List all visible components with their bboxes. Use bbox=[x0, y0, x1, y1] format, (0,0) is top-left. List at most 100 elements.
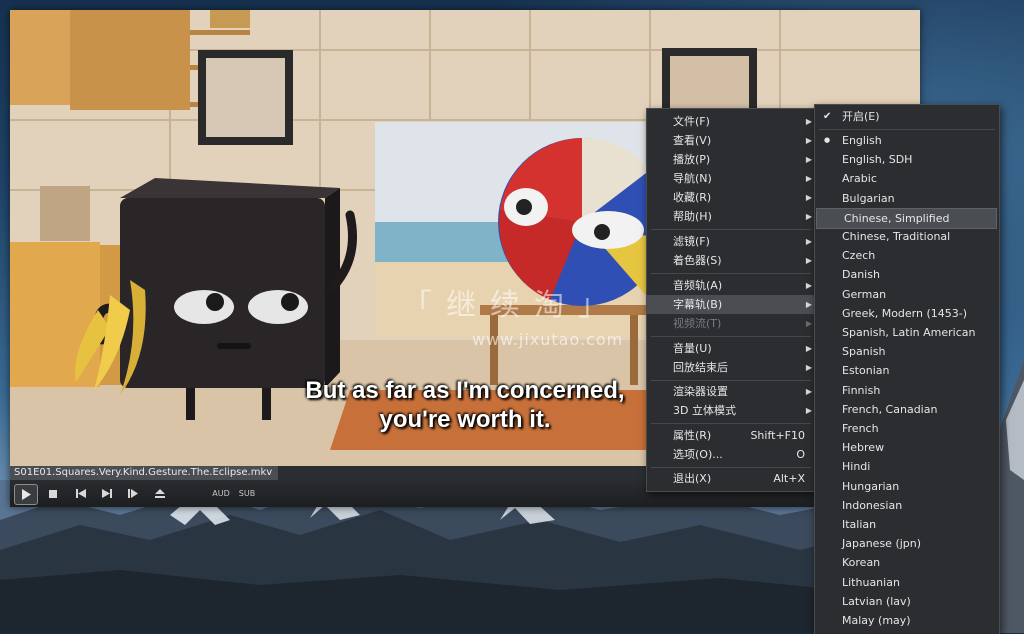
subtitle-language-label: Chinese, Simplified bbox=[844, 211, 950, 225]
subtitle-language-label: Spanish bbox=[842, 345, 886, 359]
subtitle-language-item[interactable]: Hebrew bbox=[815, 438, 999, 457]
subtitle-language-label: Danish bbox=[842, 268, 880, 282]
subtitle-enable-label: 开启(E) bbox=[842, 110, 880, 123]
chevron-right-icon: ▶ bbox=[805, 344, 812, 353]
menu-item-label: 文件(F) bbox=[673, 115, 710, 128]
menu-separator bbox=[651, 229, 811, 230]
audio-track-button[interactable]: AUD bbox=[212, 484, 230, 503]
subtitle-language-item[interactable]: Arabic bbox=[815, 169, 999, 188]
menu-separator bbox=[819, 129, 995, 130]
subtitle-language-item[interactable]: Hungarian bbox=[815, 477, 999, 496]
subtitle-language-item[interactable]: German bbox=[815, 285, 999, 304]
menu-item-renderer-settings[interactable]: 渲染器设置 ▶ bbox=[647, 382, 815, 401]
subtitle-language-item[interactable]: French, Canadian bbox=[815, 400, 999, 419]
menu-item-filters[interactable]: 滤镜(F) ▶ bbox=[647, 232, 815, 251]
subtitle-enable-toggle[interactable]: ✔ 开启(E) bbox=[815, 107, 999, 126]
chevron-right-icon: ▶ bbox=[805, 212, 812, 221]
subtitle-language-label: Spanish, Latin American bbox=[842, 326, 976, 339]
subtitle-language-item[interactable]: Czech bbox=[815, 246, 999, 265]
menu-item-3d-mode[interactable]: 3D 立体模式 ▶ bbox=[647, 401, 815, 420]
subtitle-language-item[interactable]: Italian bbox=[815, 515, 999, 534]
chevron-right-icon: ▶ bbox=[805, 237, 812, 246]
eject-button[interactable] bbox=[153, 484, 167, 503]
menu-item-favorites[interactable]: 收藏(R) ▶ bbox=[647, 188, 815, 207]
play-icon bbox=[22, 489, 31, 500]
subtitle-language-item[interactable]: Chinese, Traditional bbox=[815, 227, 999, 246]
menu-item-volume[interactable]: 音量(U) ▶ bbox=[647, 339, 815, 358]
skip-previous-icon bbox=[76, 489, 86, 498]
menu-item-label: 查看(V) bbox=[673, 134, 712, 147]
chevron-right-icon: ▶ bbox=[805, 117, 812, 126]
chevron-right-icon: ▶ bbox=[805, 256, 812, 265]
subtitle-track-button[interactable]: SUB bbox=[238, 484, 256, 503]
file-name: S01E01.Squares.Very.Kind.Gesture.The.Ecl… bbox=[14, 467, 273, 478]
menu-item-play[interactable]: 播放(P) ▶ bbox=[647, 150, 815, 169]
subtitle-language-item[interactable]: English, SDH bbox=[815, 150, 999, 169]
subtitle-language-item[interactable]: Hindi bbox=[815, 457, 999, 476]
next-button[interactable] bbox=[100, 484, 114, 503]
menu-item-properties[interactable]: 属性(R) Shift+F10 bbox=[647, 426, 815, 445]
play-button[interactable] bbox=[14, 484, 38, 505]
subtitle-language-item[interactable]: Indonesian bbox=[815, 496, 999, 515]
subtitle-language-label: Malay (may) bbox=[842, 614, 911, 627]
menu-item-subtitle-track[interactable]: 字幕轨(B) ▶ bbox=[647, 295, 815, 314]
subtitle-language-item[interactable]: Korean bbox=[815, 553, 999, 572]
menu-item-view[interactable]: 查看(V) ▶ bbox=[647, 131, 815, 150]
menu-separator bbox=[651, 467, 811, 468]
frame-step-button[interactable] bbox=[126, 484, 140, 503]
subtitle-language-label: Japanese (jpn) bbox=[842, 537, 922, 551]
subtitle-language-label: German bbox=[842, 287, 887, 301]
chevron-right-icon: ▶ bbox=[805, 281, 812, 290]
menu-item-label: 收藏(R) bbox=[673, 191, 712, 204]
chevron-right-icon: ▶ bbox=[805, 319, 812, 328]
menu-item-options[interactable]: 选项(O)... O bbox=[647, 445, 815, 464]
subtitle-language-item[interactable]: Chinese, Simplified bbox=[816, 207, 997, 229]
subtitle-language-item[interactable]: ● English bbox=[815, 131, 999, 150]
subtitle-language-label: Korean bbox=[842, 556, 881, 570]
menu-item-label: 着色器(S) bbox=[673, 254, 722, 267]
subtitle-language-item[interactable]: Lithuanian bbox=[815, 573, 999, 592]
subtitle-language-label: Czech bbox=[842, 249, 876, 263]
chevron-right-icon: ▶ bbox=[805, 155, 812, 164]
menu-item-label: 音频轨(A) bbox=[673, 279, 723, 292]
checkmark-icon: ✔ bbox=[823, 111, 832, 122]
menu-item-label: 字幕轨(B) bbox=[673, 298, 723, 311]
menu-item-after-playback[interactable]: 回放结束后 ▶ bbox=[647, 358, 815, 377]
watermark-logo-text: 「继续淘」 bbox=[402, 288, 622, 323]
menu-item-audio-track[interactable]: 音频轨(A) ▶ bbox=[647, 276, 815, 295]
subtitle-language-item[interactable]: Danish bbox=[815, 265, 999, 284]
chevron-right-icon: ▶ bbox=[805, 406, 812, 415]
stop-button[interactable] bbox=[46, 484, 60, 503]
previous-button[interactable] bbox=[74, 484, 88, 503]
chevron-right-icon: ▶ bbox=[805, 193, 812, 202]
subtitle-language-label: Hindi bbox=[842, 460, 871, 474]
subtitle-language-item[interactable]: French bbox=[815, 419, 999, 438]
menu-item-label: 属性(R) bbox=[673, 429, 712, 442]
subtitle-language-item[interactable]: Malay (may) bbox=[815, 611, 999, 630]
menu-item-label: 帮助(H) bbox=[673, 210, 712, 223]
menu-item-help[interactable]: 帮助(H) ▶ bbox=[647, 207, 815, 226]
subtitle-language-item[interactable]: Bulgarian bbox=[815, 189, 999, 208]
subtitle-language-item[interactable]: Spanish, Latin American bbox=[815, 323, 999, 342]
menu-item-label: 导航(N) bbox=[673, 172, 712, 185]
menu-separator bbox=[651, 423, 811, 424]
subtitle-language-label: Hungarian bbox=[842, 479, 900, 493]
chevron-right-icon: ▶ bbox=[805, 136, 812, 145]
subtitle-language-item[interactable]: Finnish bbox=[815, 381, 999, 400]
menu-item-navigate[interactable]: 导航(N) ▶ bbox=[647, 169, 815, 188]
chevron-right-icon: ▶ bbox=[805, 174, 812, 183]
menu-item-file[interactable]: 文件(F) ▶ bbox=[647, 112, 815, 131]
subtitle-language-item[interactable]: Greek, Modern (1453-) bbox=[815, 304, 999, 323]
subtitle-language-label: Estonian bbox=[842, 364, 890, 378]
subtitle-language-item[interactable]: Estonian bbox=[815, 361, 999, 380]
subtitle-language-label: French bbox=[842, 422, 879, 435]
menu-item-exit[interactable]: 退出(X) Alt+X bbox=[647, 469, 815, 488]
subtitle-language-item[interactable]: Japanese (jpn) bbox=[815, 534, 999, 553]
subtitle-language-label: English bbox=[842, 134, 882, 147]
subtitle-language-item[interactable]: Latvian (lav) bbox=[815, 592, 999, 611]
skip-next-icon bbox=[102, 489, 112, 498]
menu-item-shaders[interactable]: 着色器(S) ▶ bbox=[647, 251, 815, 270]
eject-icon bbox=[155, 489, 165, 498]
menu-item-label: 回放结束后 bbox=[673, 361, 728, 374]
subtitle-language-item[interactable]: Spanish bbox=[815, 342, 999, 361]
